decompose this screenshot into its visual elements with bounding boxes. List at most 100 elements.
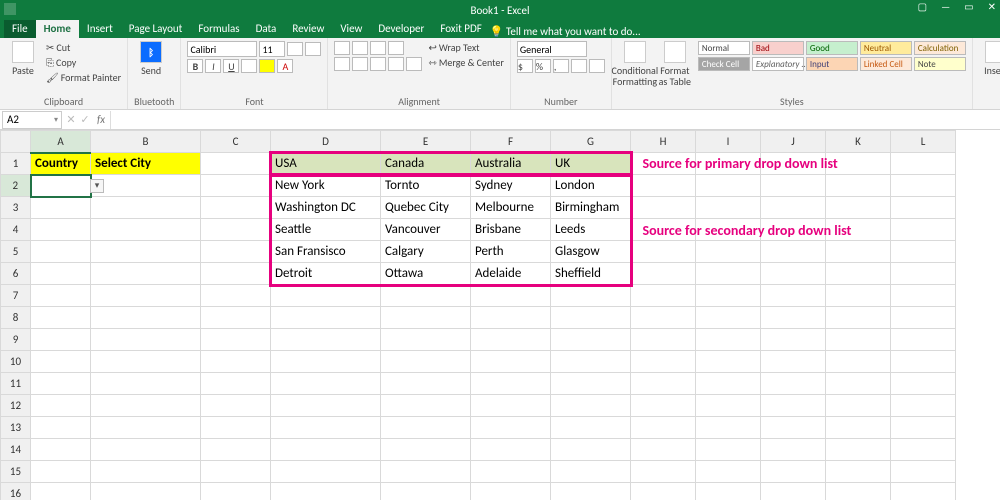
- align-middle-icon[interactable]: [352, 41, 368, 55]
- tab-page-layout[interactable]: Page Layout: [121, 20, 191, 38]
- cell-K13[interactable]: [826, 417, 891, 439]
- cell-C4[interactable]: [201, 219, 271, 241]
- tellme-search[interactable]: 💡 Tell me what you want to do...: [490, 25, 641, 38]
- close-icon[interactable]: ✕: [988, 0, 996, 13]
- cell-C16[interactable]: [201, 483, 271, 500]
- cell-B9[interactable]: [91, 329, 201, 351]
- cell-C5[interactable]: [201, 241, 271, 263]
- comma-icon[interactable]: ,: [553, 59, 569, 73]
- worksheet-grid[interactable]: ABCDEFGHIJKL1CountrySelect CityUSACanada…: [0, 130, 956, 500]
- cell-G8[interactable]: [551, 307, 631, 329]
- style-note[interactable]: Note: [914, 57, 966, 71]
- tab-insert[interactable]: Insert: [79, 20, 121, 38]
- row-header-15[interactable]: 15: [1, 461, 31, 483]
- cell-H16[interactable]: [631, 483, 696, 500]
- cell-J7[interactable]: [761, 285, 826, 307]
- cell-C1[interactable]: [201, 153, 271, 175]
- decrease-decimal-icon[interactable]: [589, 59, 605, 73]
- cell-E2[interactable]: Tornto: [381, 175, 471, 197]
- paste-button[interactable]: Paste: [6, 41, 40, 76]
- cell-L1[interactable]: [891, 153, 956, 175]
- cell-C2[interactable]: [201, 175, 271, 197]
- row-header-8[interactable]: 8: [1, 307, 31, 329]
- fill-color-button[interactable]: [259, 59, 275, 73]
- col-header-B[interactable]: B: [91, 131, 201, 153]
- style-good[interactable]: Good: [806, 41, 858, 55]
- align-left-icon[interactable]: [334, 57, 350, 71]
- cell-C3[interactable]: [201, 197, 271, 219]
- cell-B12[interactable]: [91, 395, 201, 417]
- copy-button[interactable]: ⎘ Copy: [46, 56, 121, 69]
- tab-formulas[interactable]: Formulas: [190, 20, 247, 38]
- cell-C8[interactable]: [201, 307, 271, 329]
- merge-center-button[interactable]: ⇿ Merge & Center: [428, 56, 503, 69]
- formula-input[interactable]: [110, 111, 1000, 129]
- format-as-table-button[interactable]: Format as Table: [658, 41, 692, 87]
- cell-G6[interactable]: Sheffield: [551, 263, 631, 285]
- col-header-D[interactable]: D: [271, 131, 381, 153]
- cell-L11[interactable]: [891, 373, 956, 395]
- style-check-cell[interactable]: Check Cell: [698, 57, 750, 71]
- cell-G16[interactable]: [551, 483, 631, 500]
- cell-I14[interactable]: [696, 439, 761, 461]
- cell-L5[interactable]: [891, 241, 956, 263]
- cell-J14[interactable]: [761, 439, 826, 461]
- row-header-10[interactable]: 10: [1, 351, 31, 373]
- cell-B3[interactable]: [91, 197, 201, 219]
- cell-A5[interactable]: [31, 241, 91, 263]
- cell-K6[interactable]: [826, 263, 891, 285]
- cell-L10[interactable]: [891, 351, 956, 373]
- cell-styles-gallery[interactable]: Normal Bad Good Neutral Calculation Chec…: [698, 41, 966, 71]
- cell-E14[interactable]: [381, 439, 471, 461]
- cell-L13[interactable]: [891, 417, 956, 439]
- cell-F1[interactable]: Australia: [471, 153, 551, 175]
- cell-K5[interactable]: [826, 241, 891, 263]
- cell-L7[interactable]: [891, 285, 956, 307]
- accept-formula-icon[interactable]: ✓: [78, 113, 92, 126]
- cell-K8[interactable]: [826, 307, 891, 329]
- cell-J12[interactable]: [761, 395, 826, 417]
- cell-I16[interactable]: [696, 483, 761, 500]
- cell-F13[interactable]: [471, 417, 551, 439]
- cell-J6[interactable]: [761, 263, 826, 285]
- ribbon-options-icon[interactable]: ▢: [918, 0, 927, 13]
- cell-D8[interactable]: [271, 307, 381, 329]
- cell-D9[interactable]: [271, 329, 381, 351]
- maximize-icon[interactable]: ▭: [964, 0, 973, 13]
- format-painter-button[interactable]: 🖌 Format Painter: [46, 71, 121, 84]
- cell-K14[interactable]: [826, 439, 891, 461]
- col-header-J[interactable]: J: [761, 131, 826, 153]
- cell-F11[interactable]: [471, 373, 551, 395]
- font-color-button[interactable]: A: [277, 59, 293, 73]
- cell-B5[interactable]: [91, 241, 201, 263]
- cell-H6[interactable]: [631, 263, 696, 285]
- row-header-2[interactable]: 2: [1, 175, 31, 197]
- tab-view[interactable]: View: [332, 20, 370, 38]
- cell-K10[interactable]: [826, 351, 891, 373]
- conditional-formatting-button[interactable]: Conditional Formatting: [618, 41, 652, 87]
- style-linked-cell[interactable]: Linked Cell: [860, 57, 912, 71]
- cell-G14[interactable]: [551, 439, 631, 461]
- cell-F16[interactable]: [471, 483, 551, 500]
- send-button[interactable]: ᛒ Send: [134, 41, 168, 76]
- name-box[interactable]: A2: [2, 111, 62, 129]
- cell-B11[interactable]: [91, 373, 201, 395]
- cell-F9[interactable]: [471, 329, 551, 351]
- cell-I5[interactable]: [696, 241, 761, 263]
- cell-H13[interactable]: [631, 417, 696, 439]
- cell-D14[interactable]: [271, 439, 381, 461]
- style-bad[interactable]: Bad: [752, 41, 804, 55]
- cell-B16[interactable]: [91, 483, 201, 500]
- orientation-icon[interactable]: [388, 41, 404, 55]
- cell-H7[interactable]: [631, 285, 696, 307]
- cell-L8[interactable]: [891, 307, 956, 329]
- cell-A11[interactable]: [31, 373, 91, 395]
- cell-E13[interactable]: [381, 417, 471, 439]
- cell-I10[interactable]: [696, 351, 761, 373]
- cell-G13[interactable]: [551, 417, 631, 439]
- cell-K12[interactable]: [826, 395, 891, 417]
- cell-F3[interactable]: Melbourne: [471, 197, 551, 219]
- cell-C7[interactable]: [201, 285, 271, 307]
- cell-A12[interactable]: [31, 395, 91, 417]
- cell-F14[interactable]: [471, 439, 551, 461]
